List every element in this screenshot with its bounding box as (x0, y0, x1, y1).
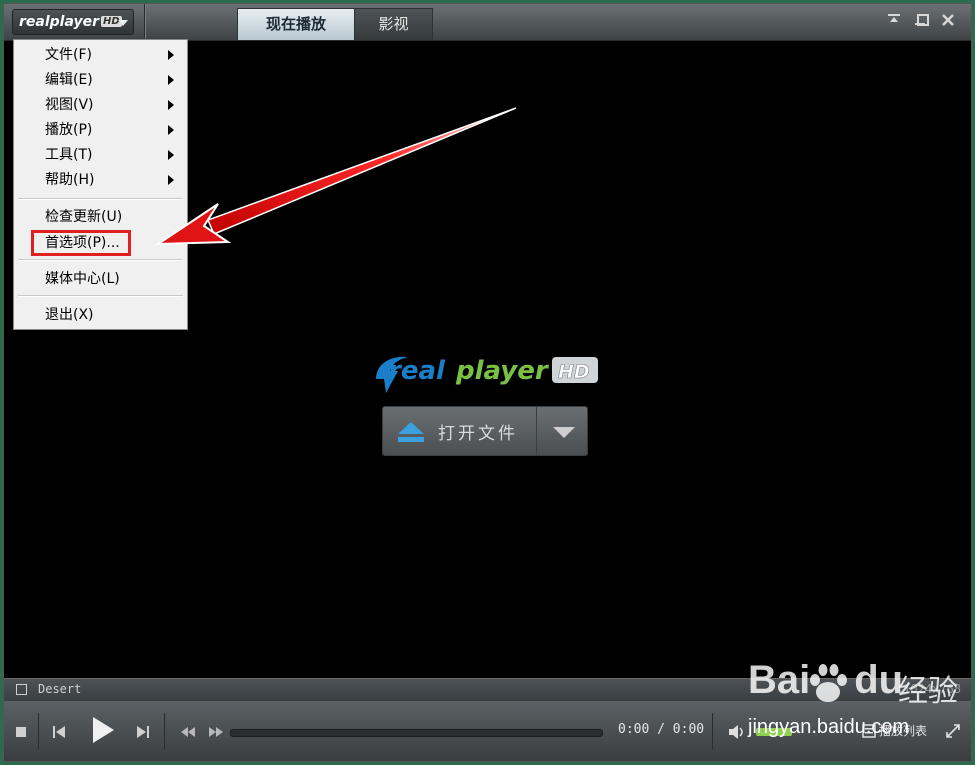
fast-forward-icon[interactable] (208, 726, 224, 738)
realplayer-menu-button[interactable]: realplayer HD (12, 9, 134, 35)
menu-item-view[interactable]: 视图(V) (45, 94, 174, 116)
submenu-arrow-icon (168, 75, 174, 85)
menu-item-edit[interactable]: 编辑(E) (45, 69, 174, 91)
menu-item-file[interactable]: 文件(F) (45, 44, 174, 66)
center-realplayer-logo: real player HD (372, 349, 602, 399)
menu-item-label: 检查更新(U) (45, 209, 123, 225)
tab-bar: 现在播放 影视 (223, 8, 433, 40)
menu-item-label: 帮助(H) (45, 172, 95, 188)
title-bar: realplayerHD 现在播放 影视 – (4, 4, 971, 41)
tab-movies[interactable]: 影视 (355, 8, 433, 40)
annotation-arrow (154, 107, 517, 246)
divider (38, 713, 39, 749)
annotation-highlight-box (31, 230, 131, 256)
watermark-brand-cn: 经验 (898, 674, 958, 709)
svg-text:HD: HD (558, 361, 590, 383)
menu-item-label: 视图(V) (45, 97, 94, 113)
menu-item-check-updates[interactable]: 检查更新(U) (45, 206, 122, 228)
menu-item-label: 播放(P) (45, 122, 93, 138)
svg-text:real: real (388, 356, 446, 386)
app-logo: realplayer HD (19, 14, 122, 30)
menu-item-label: 编辑(E) (45, 72, 93, 88)
menu-item-label: 文件(F) (45, 47, 92, 63)
menu-item-label: 媒体中心(L) (45, 271, 120, 287)
menu-item-tools[interactable]: 工具(T) (45, 144, 174, 166)
play-icon[interactable] (90, 715, 116, 745)
volume-icon[interactable] (728, 724, 746, 740)
stop-icon[interactable] (15, 726, 27, 738)
clip-name: Desert (38, 682, 82, 696)
menu-item-play[interactable]: 播放(P) (45, 119, 174, 141)
tab-now-playing[interactable]: 现在播放 (237, 8, 355, 40)
chevron-down-icon[interactable] (553, 427, 575, 438)
close-icon[interactable] (938, 12, 958, 32)
divider (712, 713, 713, 749)
maximize-icon[interactable] (913, 12, 933, 32)
next-icon[interactable] (136, 725, 150, 739)
open-file-main[interactable]: 打开文件 (383, 407, 537, 455)
previous-icon[interactable] (52, 725, 66, 739)
time-readout: 0:00 / 0:00 (618, 722, 705, 737)
open-file-button[interactable]: 打开文件 (382, 406, 588, 456)
clip-info-icon[interactable] (16, 684, 27, 695)
divider (144, 4, 145, 40)
compact-mode-icon[interactable] (884, 12, 904, 32)
chevron-down-icon (118, 20, 128, 26)
submenu-arrow-icon (168, 50, 174, 60)
divider (164, 713, 165, 749)
open-file-label: 打开文件 (438, 424, 518, 444)
seek-bar[interactable] (230, 729, 603, 737)
eject-icon (398, 422, 424, 442)
menu-item-media-center[interactable]: 媒体中心(L) (45, 268, 120, 290)
svg-text:player: player (455, 356, 550, 386)
baidu-paw-icon (810, 664, 847, 702)
realplayer-window: realplayerHD 现在播放 影视 – real player HD (3, 3, 972, 762)
menu-item-exit[interactable]: 退出(X) (45, 304, 94, 326)
menu-item-label: 退出(X) (45, 307, 94, 323)
menu-item-help[interactable]: 帮助(H) (45, 169, 174, 191)
menu-separator (18, 295, 183, 297)
menu-item-label: 工具(T) (45, 147, 93, 163)
rewind-icon[interactable] (180, 726, 196, 738)
watermark-url: jingyan.baidu.com (748, 716, 910, 738)
baidu-watermark: Bai du 经验 jingyan.baidu.com (748, 658, 972, 748)
